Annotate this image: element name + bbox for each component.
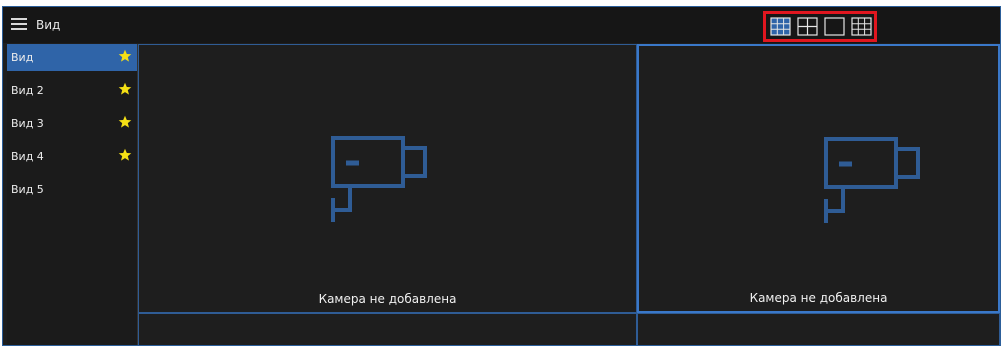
sidebar-item-label: Вид xyxy=(11,51,34,64)
camera-grid: Камера не добавлена Камера не добавлена xyxy=(138,44,1000,345)
empty-camera-caption: Камера не добавлена xyxy=(318,292,457,306)
grid-3x3-icon[interactable] xyxy=(770,17,791,36)
sidebar-item-view-2[interactable]: Вид 2 xyxy=(7,77,137,104)
camera-icon xyxy=(331,136,427,222)
camera-cell[interactable]: Камера не добавлена xyxy=(138,44,637,313)
layout-switcher xyxy=(763,11,877,42)
star-icon[interactable] xyxy=(118,82,132,96)
title-bar: Вид xyxy=(3,7,1000,43)
sidebar-item-view-5[interactable]: Вид 5 xyxy=(7,176,137,203)
camera-icon xyxy=(824,137,920,223)
sidebar-item-view-3[interactable]: Вид 3 xyxy=(7,110,137,137)
star-icon[interactable] xyxy=(118,49,132,63)
sidebar-item-label: Вид 4 xyxy=(11,150,44,163)
single-view-icon[interactable] xyxy=(824,17,845,36)
grid-2x2-icon[interactable] xyxy=(797,17,818,36)
grid-3x3-outline-icon[interactable] xyxy=(851,17,872,36)
star-icon[interactable] xyxy=(118,115,132,129)
star-icon[interactable] xyxy=(118,148,132,162)
camera-cell[interactable] xyxy=(637,313,1000,345)
views-sidebar: Вид Вид 2 Вид 3 Вид 4 Вид 5 xyxy=(7,44,138,345)
hamburger-menu-icon[interactable] xyxy=(11,18,27,32)
sidebar-item-view-1[interactable]: Вид xyxy=(7,44,137,71)
camera-cell[interactable] xyxy=(138,313,637,345)
sidebar-item-label: Вид 3 xyxy=(11,117,44,130)
camera-cell-selected[interactable]: Камера не добавлена xyxy=(637,44,1000,313)
sidebar-item-label: Вид 2 xyxy=(11,84,44,97)
app-title: Вид xyxy=(36,18,61,32)
empty-camera-caption: Камера не добавлена xyxy=(749,291,888,305)
sidebar-item-view-4[interactable]: Вид 4 xyxy=(7,143,137,170)
sidebar-item-label: Вид 5 xyxy=(11,183,44,196)
app-window: Вид Вид Вид 2 Вид 3 Вид 4 Вид 5 Камера н… xyxy=(2,6,1001,346)
